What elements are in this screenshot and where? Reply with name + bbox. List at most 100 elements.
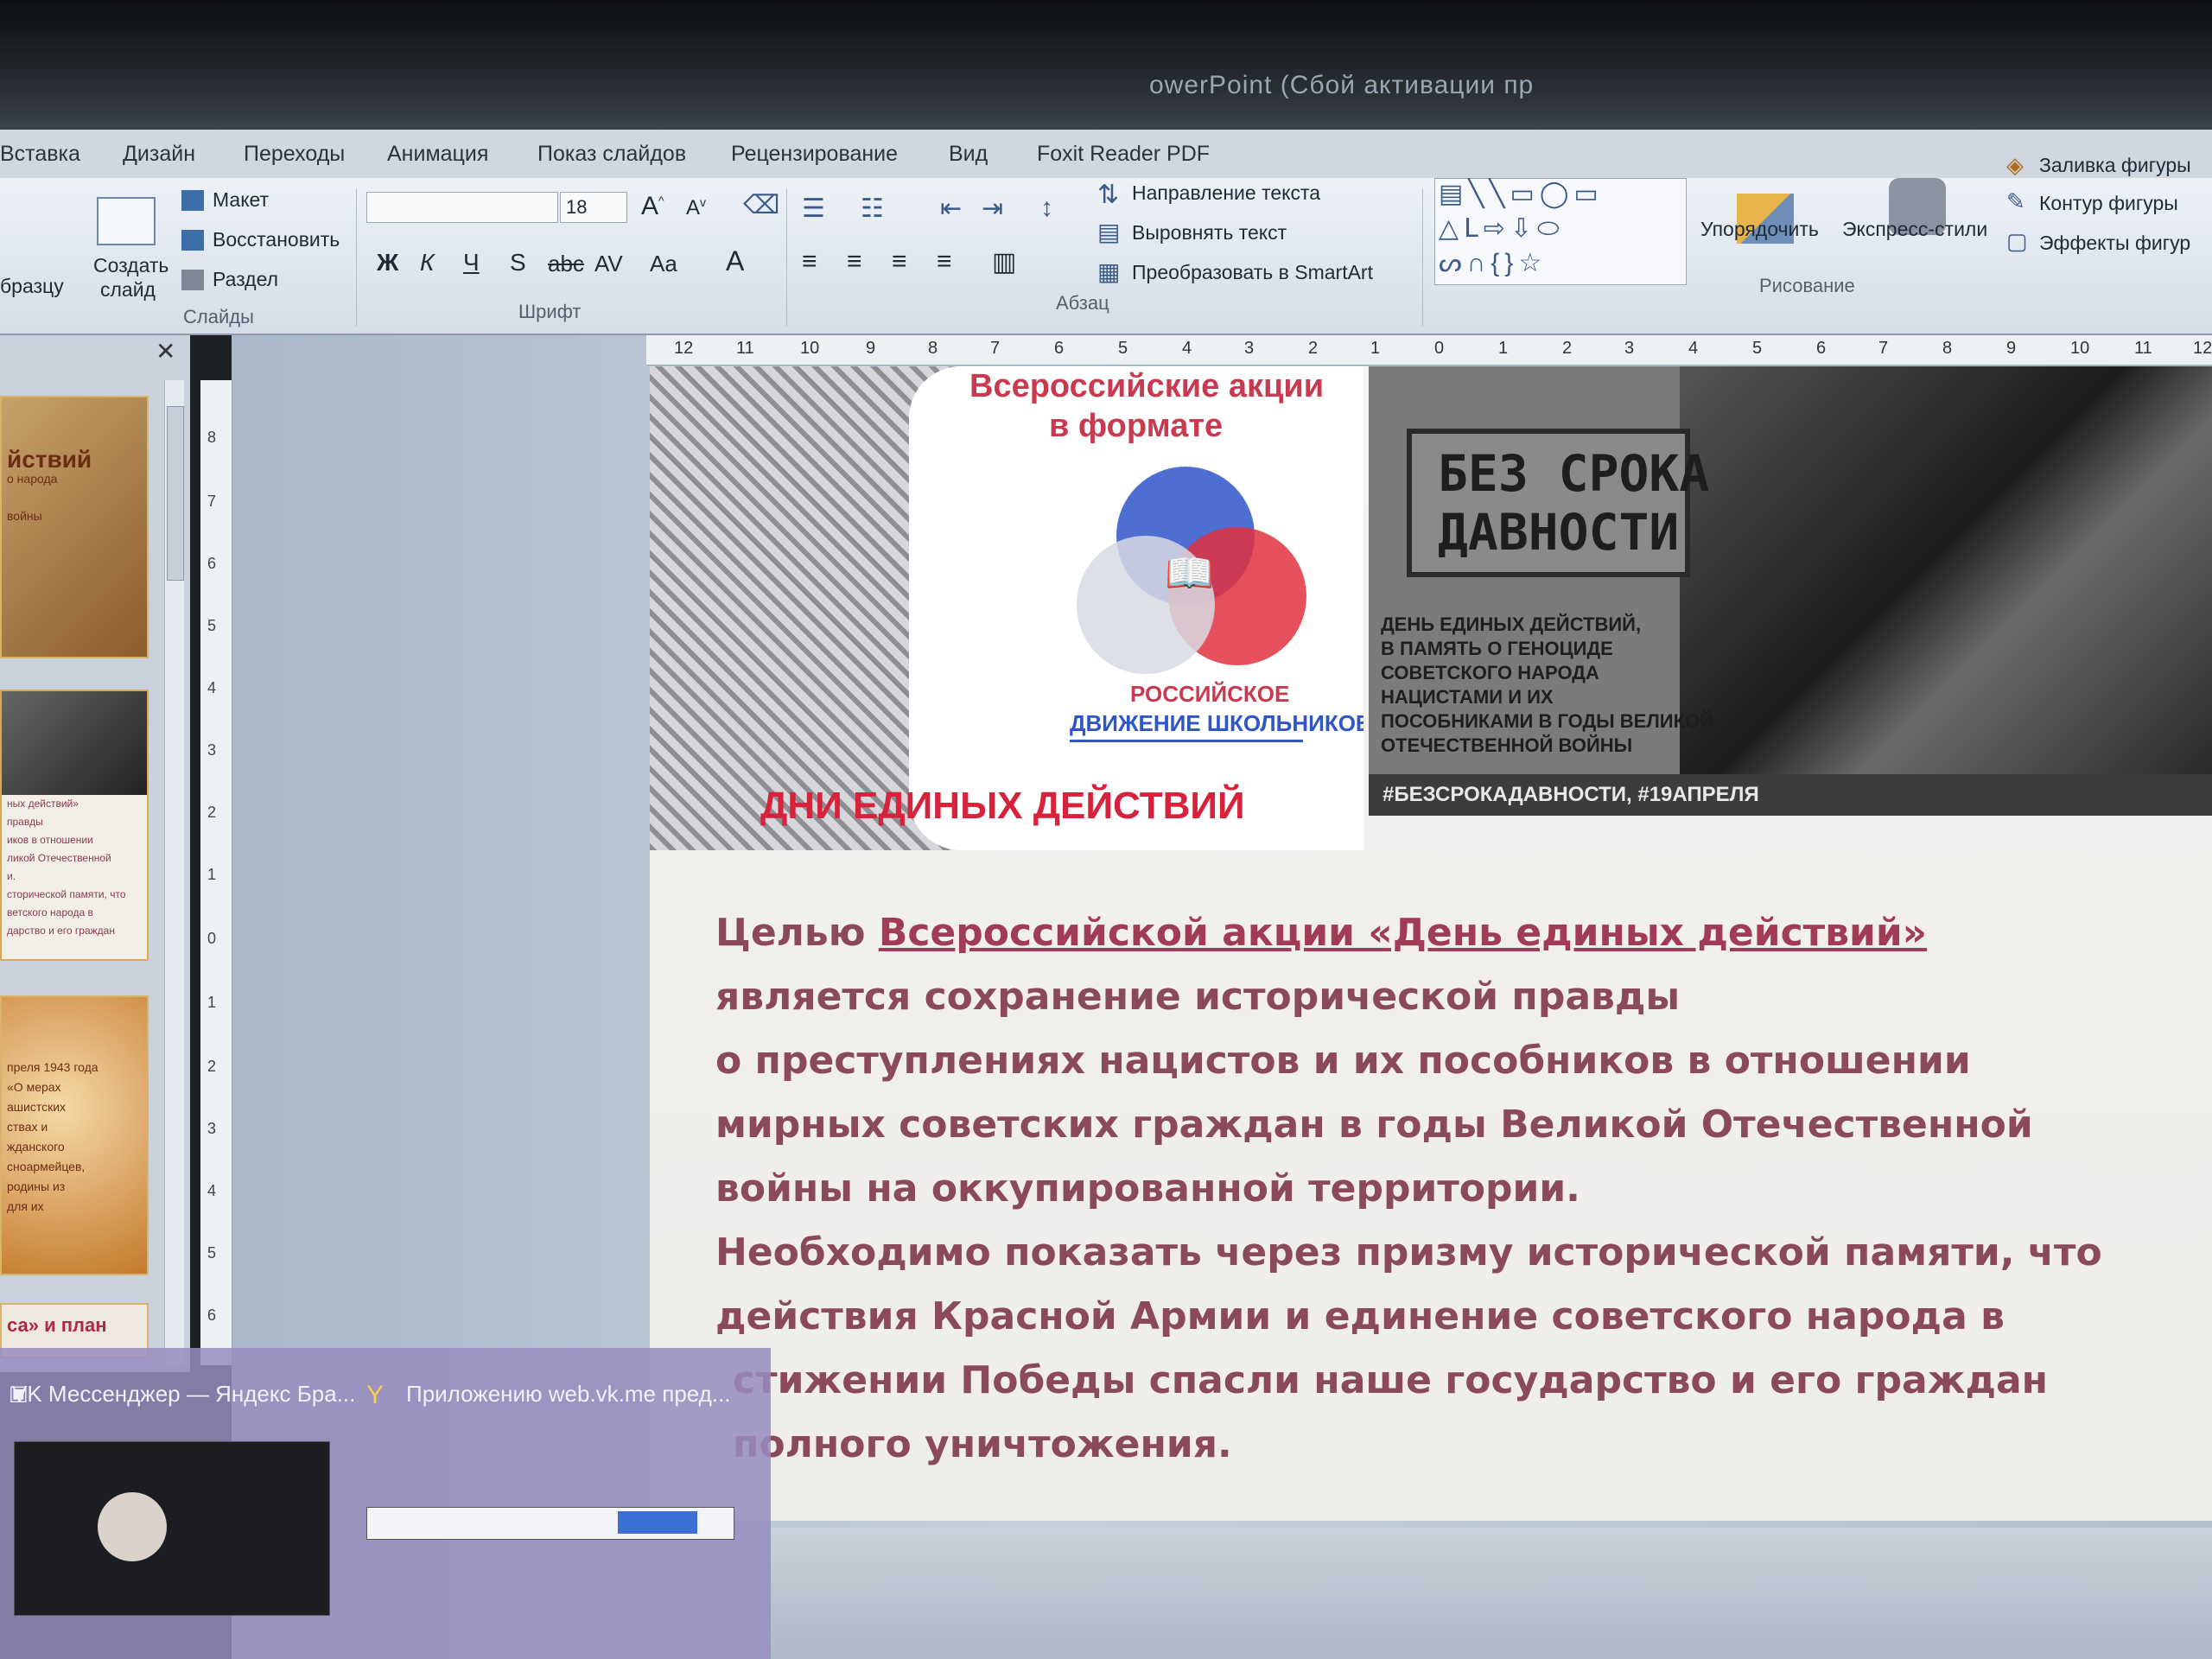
stamp-line-2: ДАВНОСТИ: [1438, 503, 1680, 562]
section-button[interactable]: Раздел: [213, 268, 278, 291]
body-line-2: является сохранение исторической правды: [715, 975, 1681, 1019]
body-line-4: мирных советских граждан в годы Великой …: [715, 1103, 2033, 1147]
thumbnail-slide-1[interactable]: йствий о народа войны: [0, 396, 149, 658]
font-group-label: Шрифт: [518, 301, 582, 322]
stamp-line-1: БЕЗ СРОКА: [1438, 444, 1710, 503]
tab-view[interactable]: Вид: [949, 142, 988, 167]
desc-line-6: ОТЕЧЕСТВЕННОЙ ВОЙНЫ: [1381, 734, 1633, 756]
horizontal-ruler: 12 11 10 9 8 7 6 5 4 3 2 1 0 1 2 3 4 5 6…: [646, 335, 2212, 365]
thumbnail-slide-3[interactable]: преля 1943 года «О мерах ашистских ствах…: [0, 995, 149, 1275]
clear-format-icon[interactable]: ⌫: [743, 190, 779, 220]
italic-button[interactable]: К: [420, 249, 435, 276]
body-line-6: Необходимо показать через призму историч…: [715, 1230, 2102, 1274]
ribbon: бразцу Создать слайд Макет Восстановить …: [0, 152, 2212, 335]
desc-line-5: ПОСОБНИКАМИ В ГОДЫ ВЕЛИКОЙ: [1381, 710, 1713, 732]
body-line-7: действия Красной Армии и единение советс…: [715, 1294, 2005, 1338]
align-right-icon[interactable]: ≡: [892, 247, 907, 276]
vertical-ruler: 8 7 6 5 4 3 2 1 0 1 2 3 4 5 6: [200, 380, 232, 1365]
new-slide-label-2[interactable]: слайд: [100, 278, 156, 302]
reset-button[interactable]: Восстановить: [213, 228, 340, 251]
desc-line-2: В ПАМЯТЬ О ГЕНОЦИДЕ: [1381, 638, 1613, 659]
quick-styles-button[interactable]: Экспресс-стили: [1842, 218, 1987, 241]
shapes-row-2-icon[interactable]: △ᒪ⇨⇩⬭: [1439, 213, 1565, 244]
body-line-1-underlined: Всероссийской акции «День единых действи…: [878, 911, 1928, 955]
bold-button[interactable]: Ж: [377, 249, 398, 276]
slide-canvas[interactable]: Всероссийские акции в формате 📖 РОССИЙСК…: [650, 366, 2212, 1521]
font-name-field[interactable]: [366, 192, 558, 223]
align-text-button[interactable]: Выровнять текст: [1132, 221, 1287, 245]
preview-title-1[interactable]: VK Мессенджер — Яндекс Бра...: [12, 1381, 355, 1408]
new-slide-label[interactable]: Создать: [93, 254, 168, 277]
preview-title-2[interactable]: Приложению web.vk.me пред...: [406, 1381, 731, 1408]
justify-icon[interactable]: ≡: [937, 247, 952, 276]
logo-text-1: РОССИЙСКОЕ: [1130, 681, 1290, 707]
shadow-button[interactable]: S: [510, 249, 526, 276]
body-line-3: о преступлениях нацистов и их пособников…: [715, 1039, 1971, 1083]
arrange-button[interactable]: Упорядочить: [1700, 218, 1819, 241]
format-painter-label[interactable]: бразцу: [0, 275, 64, 298]
body-line-1-prefix: Целью: [715, 911, 879, 955]
preview-thumbnail-1[interactable]: [14, 1441, 330, 1616]
banner-rdsh-image: Всероссийские акции в формате 📖 РОССИЙСК…: [650, 366, 1363, 850]
slides-group-label: Слайды: [183, 306, 254, 327]
paragraph-group-label: Абзац: [1056, 292, 1109, 314]
tab-insert[interactable]: Вставка: [0, 142, 80, 167]
thumbnail-slide-2[interactable]: ных действий» правды иков в отношении ли…: [0, 690, 149, 961]
shrink-font-icon[interactable]: Av: [686, 195, 706, 220]
change-case-button[interactable]: Aa: [650, 251, 677, 277]
tab-review[interactable]: Рецензирование: [731, 142, 898, 167]
tab-transitions[interactable]: Переходы: [244, 142, 345, 167]
tab-animation[interactable]: Анимация: [387, 142, 488, 167]
tab-foxit[interactable]: Foxit Reader PDF: [1037, 142, 1210, 167]
banner-title-2: в формате: [1049, 408, 1224, 444]
body-line-8: стижении Победы спасли наше государство …: [733, 1358, 2049, 1402]
banner-bottom-title: ДНИ ЕДИНЫХ ДЕЙСТВИЙ: [760, 785, 1245, 827]
shape-fill-icon: ◈: [2006, 152, 2024, 178]
smartart-icon: ▦: [1097, 258, 1121, 285]
layout-icon: [181, 190, 204, 211]
preview-thumbnail-2[interactable]: [366, 1507, 734, 1540]
new-slide-icon[interactable]: [97, 197, 156, 245]
shapes-gallery[interactable]: ▤╲╲▭◯▭ △ᒪ⇨⇩⬭ ᔕ∩{}☆: [1434, 178, 1687, 285]
strikethrough-button[interactable]: abc: [548, 251, 584, 277]
shapes-row-1-icon[interactable]: ▤╲╲▭◯▭: [1439, 179, 1604, 209]
bullets-icon[interactable]: ☰: [802, 194, 825, 224]
shape-fill-button[interactable]: Заливка фигуры: [2039, 154, 2191, 177]
smartart-button[interactable]: Преобразовать в SmartArt: [1132, 261, 1373, 284]
align-text-icon: ▤: [1097, 219, 1121, 245]
shape-effects-button[interactable]: Эффекты фигур: [2039, 232, 2190, 255]
increase-indent-icon[interactable]: ⇥: [982, 194, 1003, 224]
drawing-group-label: Рисование: [1759, 275, 1855, 296]
taskbar-preview-popup: ▣ VK Мессенджер — Яндекс Бра... Y Прилож…: [0, 1348, 771, 1659]
align-left-icon[interactable]: ≡: [802, 247, 817, 276]
tab-slideshow[interactable]: Показ слайдов: [537, 142, 686, 167]
window-title-bar: owerPoint (Сбой активации пр: [0, 0, 2212, 130]
thumbnails-scrollbar[interactable]: [164, 380, 184, 1365]
font-color-button[interactable]: A: [726, 245, 744, 277]
align-center-icon[interactable]: ≡: [847, 247, 862, 276]
hashtag-bar: #БЕЗСРОКАДАВНОСТИ, #19АПРЕЛЯ: [1369, 774, 2212, 816]
line-spacing-icon[interactable]: ↕: [1040, 194, 1053, 223]
slide-thumbnails-pane: ✕ йствий о народа войны ных действий» пр…: [0, 335, 190, 1372]
tab-design[interactable]: Дизайн: [123, 142, 195, 167]
shapes-row-3-icon[interactable]: ᔕ∩{}☆: [1439, 248, 1547, 278]
text-direction-icon: ⇅: [1097, 181, 1120, 209]
grow-font-icon[interactable]: A^: [641, 192, 664, 221]
underline-button[interactable]: Ч: [463, 249, 480, 276]
hashtags: #БЕЗСРОКАДАВНОСТИ, #19АПРЕЛЯ: [1382, 783, 1759, 806]
char-spacing-button[interactable]: AV: [594, 251, 623, 277]
window-title: owerPoint (Сбой активации пр: [1149, 71, 1535, 99]
desc-line-1: ДЕНЬ ЕДИНЫХ ДЕЙСТВИЙ,: [1381, 613, 1642, 635]
text-direction-button[interactable]: Направление текста: [1132, 181, 1320, 205]
yandex-icon: Y: [366, 1381, 385, 1409]
section-icon: [181, 270, 204, 290]
close-pane-icon[interactable]: ✕: [156, 337, 175, 365]
banner-title-1: Всероссийские акции: [969, 368, 1325, 404]
columns-icon[interactable]: ▥: [992, 247, 1016, 277]
shape-outline-button[interactable]: Контур фигуры: [2039, 192, 2178, 215]
decrease-indent-icon[interactable]: ⇤: [940, 194, 962, 224]
layout-button[interactable]: Макет: [213, 188, 269, 212]
numbering-icon[interactable]: ☷: [861, 194, 884, 224]
body-text-box[interactable]: Целью Всероссийской акции «День единых д…: [650, 885, 2212, 1507]
font-size-field[interactable]: 18: [560, 192, 627, 223]
